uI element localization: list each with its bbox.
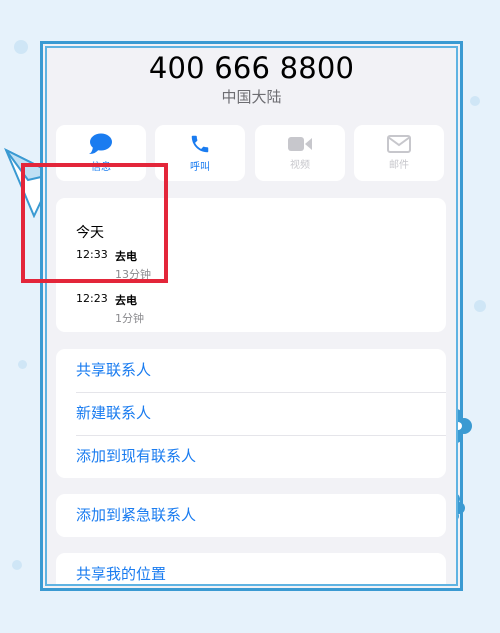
decorative-dot (14, 40, 28, 54)
mail-button[interactable]: 邮件 (354, 125, 444, 181)
call-type: 去电 (115, 294, 137, 307)
decorative-dot (12, 560, 22, 570)
share-my-location-item[interactable]: 共享我的位置 (76, 553, 446, 584)
share-contact-item[interactable]: 共享联系人 (76, 349, 446, 392)
highlight-box (21, 163, 168, 283)
call-time: 12:23 (76, 292, 108, 305)
new-contact-item[interactable]: 新建联系人 (76, 392, 446, 435)
decorative-dot (18, 360, 27, 369)
video-icon (288, 137, 312, 151)
call-label: 呼叫 (190, 162, 210, 173)
contact-screen: 400 666 8800 中国大陆 信息 呼叫 视频 邮件 今天 12:33 去… (45, 46, 458, 586)
video-button[interactable]: 视频 (255, 125, 345, 181)
call-duration: 1分钟 (115, 312, 144, 325)
decorative-dot (470, 96, 480, 106)
emergency-card: 添加到紧急联系人 (56, 494, 446, 537)
video-label: 视频 (290, 160, 310, 171)
location-card: 共享我的位置 (56, 553, 446, 584)
phone-region: 中国大陆 (221, 88, 282, 106)
decorative-dot (474, 300, 486, 312)
add-to-existing-contact-item[interactable]: 添加到现有联系人 (76, 435, 446, 478)
add-to-emergency-contacts-item[interactable]: 添加到紧急联系人 (76, 494, 446, 537)
message-icon (89, 133, 112, 154)
phone-number: 400 666 8800 (148, 51, 355, 85)
contact-actions-card: 共享联系人 新建联系人 添加到现有联系人 (56, 349, 446, 478)
mail-icon (387, 135, 411, 153)
phone-icon (191, 135, 209, 153)
mail-label: 邮件 (389, 160, 409, 171)
call-button[interactable]: 呼叫 (155, 125, 245, 181)
